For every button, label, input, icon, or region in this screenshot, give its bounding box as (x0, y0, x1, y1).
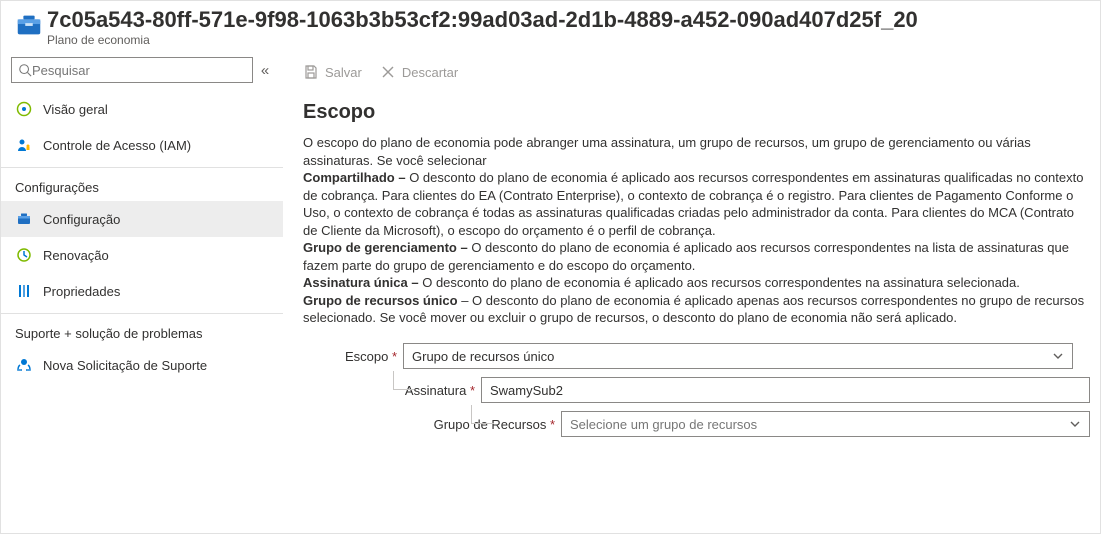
iam-icon (15, 136, 33, 154)
subscription-value: SwamySub2 (490, 383, 563, 398)
desc-mg: Grupo de gerenciamento – O desconto do p… (303, 239, 1090, 274)
scope-description: O escopo do plano de economia pode abran… (303, 134, 1090, 327)
toolbar: Salvar Descartar (303, 57, 1090, 87)
sidebar-item-label: Renovação (43, 248, 109, 263)
discard-icon (380, 64, 396, 80)
resource-type: Plano de economia (47, 33, 1090, 47)
scope-form: Escopo * Grupo de recursos único Assinat… (303, 343, 1090, 437)
chevron-down-icon (1069, 418, 1081, 430)
config-icon (15, 210, 33, 228)
page-header: 7c05a543-80ff-571e-9f98-1063b3b53cf2:99a… (1, 1, 1100, 51)
desc-intro: O escopo do plano de economia pode abran… (303, 134, 1090, 169)
save-button[interactable]: Salvar (303, 64, 362, 80)
collapse-sidebar-button[interactable]: « (253, 62, 277, 79)
discard-button[interactable]: Descartar (380, 64, 458, 80)
discard-label: Descartar (402, 65, 458, 80)
section-title: Escopo (303, 101, 1090, 124)
chevron-down-icon (1052, 350, 1064, 362)
scope-select[interactable]: Grupo de recursos único (403, 343, 1073, 369)
sidebar-item-label: Controle de Acesso (IAM) (43, 138, 191, 153)
save-icon (303, 64, 319, 80)
sidebar-group-support: Suporte + solução de problemas (1, 316, 283, 347)
subscription-input[interactable]: SwamySub2 (481, 377, 1090, 403)
subscription-label: Assinatura * (333, 383, 481, 398)
desc-single: Assinatura única – O desconto do plano d… (303, 274, 1090, 292)
search-input[interactable] (32, 63, 246, 78)
sidebar-item-configuration[interactable]: Configuração (1, 201, 283, 237)
sidebar-item-properties[interactable]: Propriedades (1, 273, 283, 309)
search-icon (18, 63, 32, 77)
desc-rg: Grupo de recursos único – O desconto do … (303, 292, 1090, 327)
overview-icon (15, 100, 33, 118)
sidebar-item-label: Nova Solicitação de Suporte (43, 358, 207, 373)
resource-title: 7c05a543-80ff-571e-9f98-1063b3b53cf2:99a… (47, 7, 1090, 33)
sidebar-item-overview[interactable]: Visão geral (1, 91, 283, 127)
sidebar-item-label: Propriedades (43, 284, 120, 299)
sidebar-search[interactable] (11, 57, 253, 83)
support-icon (15, 356, 33, 374)
sidebar-item-new-support-request[interactable]: Nova Solicitação de Suporte (1, 347, 283, 383)
renewal-icon (15, 246, 33, 264)
properties-icon (15, 282, 33, 300)
main-content: Salvar Descartar Escopo O escopo do plan… (283, 51, 1100, 533)
resource-group-label: Grupo de Recursos * (333, 417, 561, 432)
sidebar-item-renewal[interactable]: Renovação (1, 237, 283, 273)
sidebar-item-label: Configuração (43, 212, 120, 227)
scope-label: Escopo * (333, 349, 403, 364)
sidebar-item-iam[interactable]: Controle de Acesso (IAM) (1, 127, 283, 163)
resource-group-select[interactable]: Selecione um grupo de recursos (561, 411, 1090, 437)
sidebar-item-label: Visão geral (43, 102, 108, 117)
desc-shared: Compartilhado – O desconto do plano de e… (303, 169, 1090, 239)
sidebar: « Visão geral Controle de Acesso (IAM) C… (1, 51, 283, 533)
save-label: Salvar (325, 65, 362, 80)
resource-icon (11, 7, 47, 43)
sidebar-group-settings: Configurações (1, 170, 283, 201)
resource-group-placeholder: Selecione um grupo de recursos (570, 417, 757, 432)
scope-value: Grupo de recursos único (412, 349, 554, 364)
